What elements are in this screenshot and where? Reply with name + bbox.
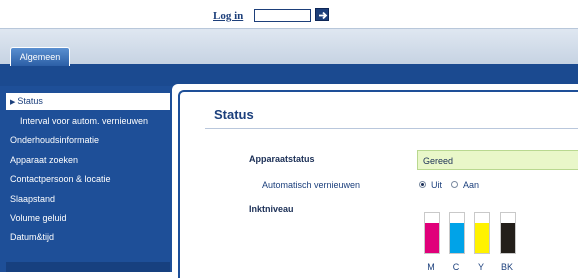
tab-algemeen[interactable]: Algemeen [10, 47, 70, 66]
sidebar-item-maintenance[interactable]: Onderhoudsinformatie [10, 132, 170, 149]
sidebar-item-sleep-mode[interactable]: Slaapstand [10, 191, 170, 208]
sidebar-item-contact-location[interactable]: Contactpersoon & locatie [10, 171, 170, 188]
sidebar-item-volume[interactable]: Volume geluid [10, 210, 170, 227]
auto-refresh-on-label: Aan [463, 180, 480, 190]
ink-cartridge-m [424, 212, 440, 254]
arrow-right-icon [319, 11, 328, 20]
login-submit-button[interactable] [315, 8, 329, 21]
ink-level-bk [501, 223, 515, 253]
ink-cartridge-bk [500, 212, 516, 254]
sidebar-item-refresh-interval[interactable]: Interval voor autom. vernieuwen [20, 113, 170, 130]
sidebar-item-find-device[interactable]: Apparaat zoeken [10, 152, 170, 169]
title-divider [205, 128, 578, 129]
ink-cartridge-y [474, 212, 490, 254]
device-status-label: Apparaatstatus [249, 154, 315, 164]
ink-level-m [425, 223, 439, 253]
ink-label-y: Y [477, 262, 484, 272]
auto-refresh-off-label: Uit [431, 180, 442, 190]
arrow-right-icon: ▶ [10, 99, 16, 106]
tab-underline-band [0, 64, 578, 86]
auto-refresh-label: Automatisch vernieuwen [262, 180, 361, 190]
ink-label-bk: BK [500, 262, 513, 272]
sidebar-item-date-time[interactable]: Datum&tijd [10, 229, 170, 246]
tab-bar [0, 28, 578, 66]
ink-cartridge-c [449, 212, 465, 254]
auto-refresh-on-radio[interactable] [451, 181, 458, 188]
login-link[interactable]: Log in [213, 10, 243, 22]
sidebar-item-status[interactable]: ▶ Status [6, 93, 170, 110]
auto-refresh-off-radio[interactable] [419, 181, 426, 188]
ink-label-c: C [452, 262, 460, 272]
device-status-value: Gereed [417, 150, 578, 170]
sidebar-footer [6, 262, 170, 272]
ink-level-label: Inktniveau [249, 204, 294, 214]
ink-level-c [450, 223, 464, 253]
login-bar: Log in [0, 0, 578, 28]
ink-level-y [475, 223, 489, 253]
page-title: Status [214, 107, 254, 122]
sidebar-item-label: Status [17, 96, 43, 106]
password-input[interactable] [254, 9, 311, 22]
ink-label-m: M [427, 262, 435, 272]
